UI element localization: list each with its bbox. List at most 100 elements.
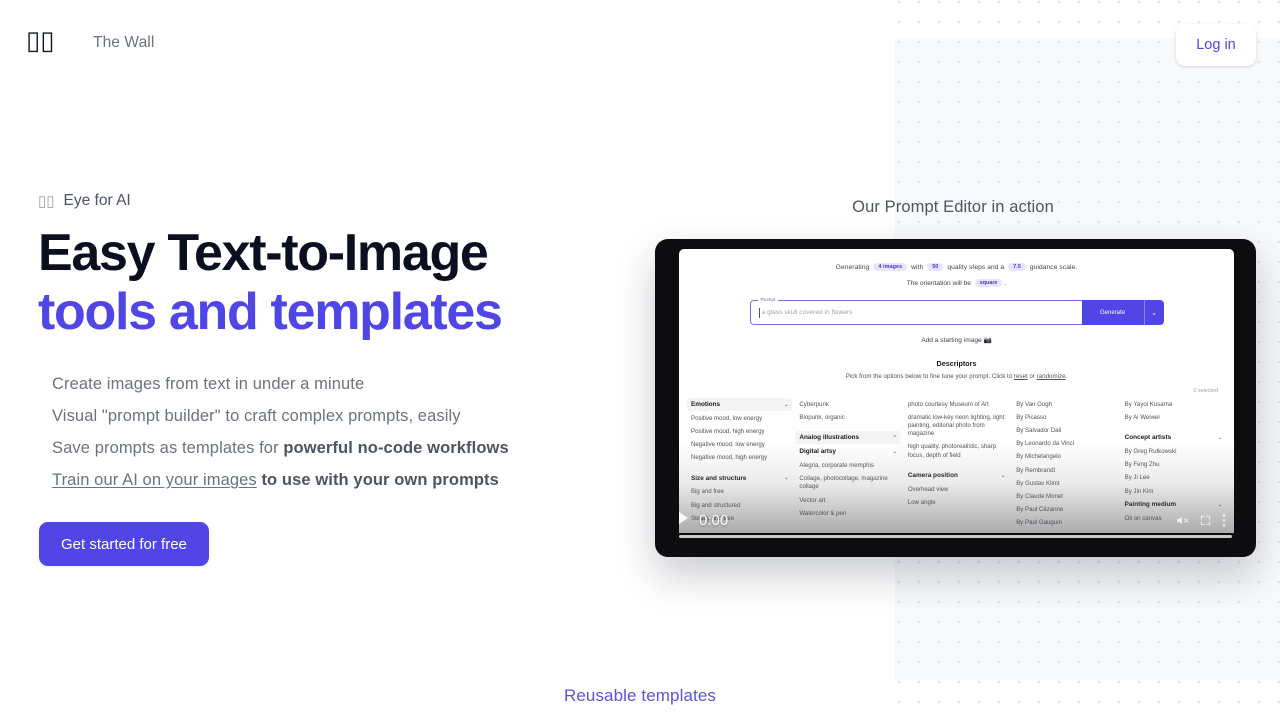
selected-count-badge: 0 selected [1193, 388, 1218, 394]
descriptor-group-header[interactable]: Size and structure ⌄ [687, 472, 792, 485]
randomize-link[interactable]: randomize [1037, 373, 1066, 380]
descriptor-group-label: Camera position [907, 472, 958, 480]
descriptor-option[interactable]: By Salvador Dali [1012, 424, 1117, 437]
feature-text-bold: to use with your own prompts [256, 471, 499, 490]
chevron-up-icon[interactable]: ⌃ [893, 435, 897, 441]
descriptor-option[interactable]: By Greg Rutkowski [1121, 445, 1226, 458]
chip-quality-steps[interactable]: 50 [927, 263, 944, 271]
descriptor-column: photo courtesy Museum of Art dramatic low… [904, 398, 1009, 530]
descriptor-option[interactable]: Alegria, corporate memphis [795, 459, 900, 472]
descriptor-option[interactable]: Big and free [687, 486, 792, 499]
descriptor-group-header[interactable]: Camera position ⌄ [904, 469, 1009, 482]
video-screen: Generating 4 images with 50 quality step… [679, 249, 1234, 533]
descriptor-group-header[interactable]: Digital artsy ⌄ [795, 445, 900, 458]
brand-name: The Wall [93, 34, 155, 51]
descriptor-column: Emotions ⌄ Positive mood, low energy Positi… [687, 398, 793, 530]
descriptor-column: By Yayoi Kusama By Ai Weiwei Concept artis… [1121, 398, 1226, 530]
feature-text-bold: powerful no-code workflows [283, 438, 509, 457]
descriptor-option[interactable]: By Claude Monet [1012, 491, 1117, 504]
more-options-icon[interactable] [1222, 514, 1226, 527]
descriptor-option[interactable]: Positive mood, high energy [687, 425, 792, 438]
descriptor-option[interactable]: By Picasso [1012, 411, 1117, 424]
descriptor-option[interactable]: Negative mood, high energy [687, 452, 792, 465]
descriptor-option[interactable]: dramatic low-key neon lighting, light pa… [904, 411, 1009, 441]
play-icon[interactable] [679, 512, 688, 524]
orientation-summary: The orientation will be square. [679, 279, 1234, 287]
descriptor-option[interactable]: By Rembrandt [1012, 464, 1117, 477]
descriptor-option[interactable]: Big and structured [687, 499, 792, 512]
descriptor-group-header[interactable]: Painting medium ⌄ [1121, 498, 1226, 511]
chevron-down-icon[interactable]: ⌄ [1218, 502, 1222, 508]
descriptors-sub-a: Pick from the options below to fine tune… [845, 373, 1014, 380]
landing-page: ▯▯ The Wall Log in ▯▯ Eye for AI Easy Te… [0, 0, 1280, 720]
descriptor-option[interactable]: photo courtesy Museum of Art [904, 398, 1009, 411]
video-player[interactable]: Generating 4 images with 50 quality step… [655, 239, 1256, 557]
site-header: ▯▯ The Wall Log in [0, 0, 1280, 90]
chevron-down-icon[interactable]: ⌄ [1218, 435, 1222, 441]
descriptor-option[interactable]: By Ai Weiwei [1121, 411, 1226, 424]
column-spacer [1121, 424, 1226, 431]
page-title: Easy Text-to-Image tools and templates [38, 224, 658, 342]
descriptor-option[interactable]: Vector art [795, 494, 900, 507]
descriptor-group-label: Size and structure [691, 474, 747, 482]
chevron-down-icon[interactable]: ⌄ [1143, 300, 1164, 325]
descriptor-group-label: Emotions [691, 401, 721, 408]
descriptor-option[interactable]: high quality, photorealistic, sharp focu… [904, 441, 1009, 462]
chevron-down-icon[interactable]: ⌄ [784, 475, 788, 481]
descriptor-option[interactable]: Positive mood, low energy [687, 412, 792, 425]
descriptor-option[interactable]: By Van Gogh [1012, 398, 1117, 411]
descriptor-option[interactable]: Low angle [904, 497, 1009, 510]
descriptor-option[interactable]: By Paul Gauguin [1012, 517, 1117, 530]
descriptor-option[interactable]: By Paul Cézanne [1012, 504, 1117, 517]
chip-images[interactable]: 4 images [873, 263, 908, 271]
descriptor-column: By Van Gogh By Picasso By Salvador Dali By … [1012, 398, 1117, 530]
descriptor-option[interactable]: Negative mood, low energy [687, 438, 792, 451]
descriptor-group-label: Painting medium [1124, 501, 1177, 509]
chevron-down-icon[interactable]: ⌄ [1001, 473, 1005, 479]
descriptor-group-header[interactable]: Concept artists ⌄ [1121, 431, 1226, 444]
chevron-down-icon[interactable]: ⌄ [893, 449, 897, 455]
generation-summary: Generating 4 images with 50 quality step… [679, 263, 1234, 271]
add-starting-image[interactable]: Add a starting image 📷 [679, 336, 1234, 344]
list-item: Save prompts as templates for powerful n… [52, 432, 658, 464]
hero-eyebrow: ▯▯ Eye for AI [38, 192, 658, 210]
descriptor-option[interactable]: Overhead view [904, 483, 1009, 496]
prompt-value: a glass skull covered in flowers [761, 309, 853, 316]
prompt-input[interactable]: Prompt a glass skull covered in flowers [749, 297, 1082, 325]
generate-button[interactable]: Generate [1081, 300, 1144, 325]
brand-link[interactable]: ▯▯ [26, 27, 55, 53]
descriptor-option[interactable]: By Jin Kim [1121, 485, 1226, 498]
chevron-down-icon[interactable]: ⌄ [784, 402, 788, 408]
hero-eyebrow-label: Eye for AI [63, 192, 131, 209]
descriptor-option[interactable]: By Leonardo da Vinci [1012, 438, 1117, 451]
orientation-suffix: . [1004, 279, 1007, 287]
prompt-label: Prompt [757, 297, 779, 302]
descriptor-option[interactable]: By Yayoi Kusama [1121, 398, 1226, 411]
descriptor-option[interactable]: Cyberpunk [795, 398, 900, 411]
train-ai-link[interactable]: Train our AI on your images [52, 471, 257, 489]
descriptor-option[interactable]: By Feng Zhu [1121, 459, 1226, 472]
descriptor-option[interactable]: By Ji Lee [1121, 472, 1226, 485]
mute-icon[interactable] [1176, 514, 1189, 527]
descriptor-group-header[interactable]: Emotions ⌄ [687, 398, 793, 411]
descriptor-group-header[interactable]: Analog illustrations ⌃ [795, 431, 901, 445]
video-progress-bar[interactable] [679, 535, 1232, 538]
descriptor-option[interactable]: By Gustav Klimt [1012, 477, 1117, 490]
descriptors-title: Descriptors [936, 359, 977, 368]
camera-icon: 📷 [983, 337, 992, 344]
descriptor-option[interactable]: Biopunk, organic [795, 411, 900, 424]
headline-line-1: Easy Text-to-Image [38, 224, 489, 282]
reset-link[interactable]: reset [1014, 373, 1028, 380]
orientation-prefix: The orientation will be [906, 279, 971, 287]
fullscreen-icon[interactable] [1200, 515, 1211, 526]
column-spacer [904, 462, 1009, 469]
get-started-button[interactable]: Get started for free [39, 522, 209, 567]
login-button[interactable]: Log in [1176, 24, 1256, 66]
descriptor-option[interactable]: Watercolor & pen [795, 507, 900, 520]
descriptor-option[interactable]: By Michelangelo [1012, 451, 1117, 464]
video-caption: Our Prompt Editor in action [852, 198, 1054, 216]
chip-orientation[interactable]: square [974, 279, 1003, 287]
feature-text: Save prompts as templates for [52, 438, 284, 457]
chip-guidance-scale[interactable]: 7.5 [1008, 263, 1026, 271]
descriptor-option[interactable]: Collage, photocollage, magazine collage [795, 473, 900, 494]
